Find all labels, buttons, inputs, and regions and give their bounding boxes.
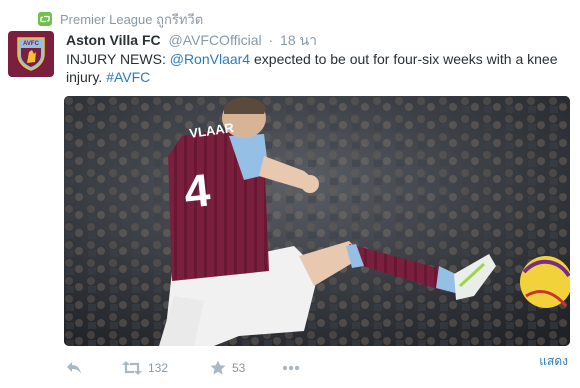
tweet-header: Aston Villa FC @AVFCOfficial · 18 นา [66,30,317,48]
avatar[interactable]: AVFC [8,31,54,77]
expand-link[interactable]: แสดง [539,352,568,371]
more-icon [282,365,300,371]
retweet-count: 132 [148,361,169,375]
reply-button[interactable] [66,361,122,375]
more-button[interactable] [282,365,300,371]
retweeted-by-link[interactable]: Premier League ถูกรีทวีต [60,9,203,30]
tweet-text-prefix: INJURY NEWS: [66,51,170,67]
tweet-photo[interactable]: VLAAR 4 [64,96,570,346]
retweet-icon [38,12,52,26]
favorite-button[interactable]: 53 [210,360,282,376]
tweet-actions: 132 53 [66,358,300,378]
hashtag-link[interactable]: #AVFC [106,69,150,85]
tweet: Premier League ถูกรีทวีต AVFC Aston Vill… [0,0,580,388]
retweet-button[interactable]: 132 [122,361,210,375]
tweet-text: INJURY NEWS: @RonVlaar4 expected to be o… [66,50,566,86]
author-name[interactable]: Aston Villa FC [66,32,161,48]
tweet-timestamp[interactable]: 18 นา [280,32,317,48]
author-screen-name[interactable]: @AVFCOfficial [169,32,262,48]
star-icon [210,360,226,375]
favorite-count: 53 [232,361,246,375]
mention-link[interactable]: @RonVlaar4 [170,51,250,67]
retweet-icon [122,361,142,375]
avatar-badge-text: AVFC [23,41,40,47]
reply-icon [67,362,81,374]
header-separator: · [268,32,274,48]
retweet-context: Premier League ถูกรีทวีต [38,10,203,28]
avfc-crest-icon: AVFC [17,37,45,71]
